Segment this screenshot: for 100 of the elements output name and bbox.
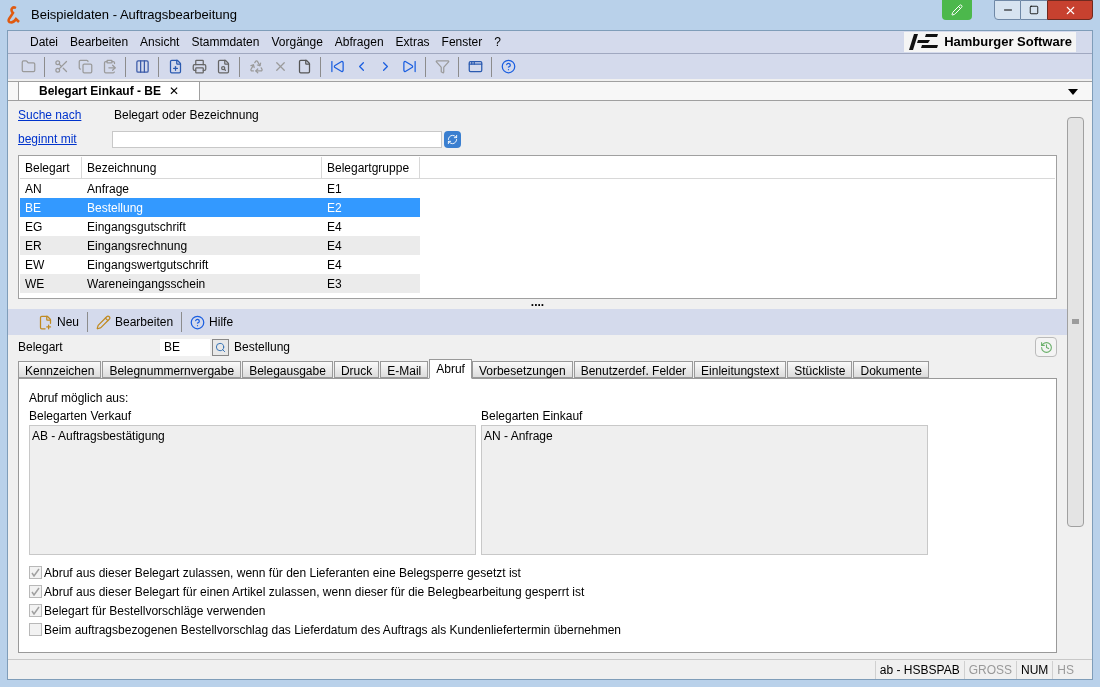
tab-label: Belegart Einkauf - BE <box>39 83 162 100</box>
minimize-button[interactable] <box>994 0 1021 20</box>
table-cell-text: EW <box>24 256 46 274</box>
splitter-handle[interactable]: .... <box>530 299 545 305</box>
new-document-icon <box>167 59 183 74</box>
match-mode-link[interactable]: beginnt mit <box>18 130 112 148</box>
menu-item[interactable]: Stammdaten <box>185 33 266 51</box>
menu-item[interactable]: Extras <box>389 33 436 51</box>
close-button[interactable] <box>1047 0 1093 20</box>
menu-item[interactable]: Ansicht <box>134 33 186 51</box>
menu-item[interactable]: Datei <box>24 33 64 51</box>
table-cell-text: E4 <box>326 237 343 255</box>
table-row[interactable]: ER Eingangsrechnung E4 <box>20 236 420 255</box>
table-cell-text: BE <box>24 199 42 217</box>
checkbox[interactable] <box>29 585 42 598</box>
tab[interactable]: Einleitungstext <box>694 361 787 378</box>
history-icon <box>1039 340 1053 354</box>
table-row[interactable]: EG Eingangsgutschrift E4 <box>20 217 420 236</box>
maximize-button[interactable] <box>1021 0 1047 20</box>
print-preview-icon <box>215 59 231 74</box>
search-icon <box>215 341 226 353</box>
section-heading: Abruf möglich aus: <box>29 390 130 407</box>
tab-close-icon[interactable]: ✕ <box>169 82 180 100</box>
column-header[interactable]: Belegartgruppe <box>322 157 420 178</box>
toolbar-button[interactable]: Hilfe <box>186 311 238 333</box>
checkbox-label: Abruf aus dieser Belegart für einen Artikel zulassen, wenn dieser für die Belegbearbeitung gesperrt ist <box>44 583 585 601</box>
grip-icon <box>1072 319 1079 325</box>
belegart-field[interactable]: BE <box>160 338 210 356</box>
menu-item[interactable]: Bearbeiten <box>64 33 135 51</box>
table-cell-text: Eingangsrechnung <box>86 237 189 255</box>
tab[interactable]: Abruf <box>429 359 472 379</box>
document-icon <box>296 59 312 74</box>
filter-icon <box>434 59 450 74</box>
logo-mark-icon <box>908 34 941 50</box>
column-header[interactable]: Belegart <box>20 157 82 178</box>
copy-icon <box>77 59 93 74</box>
menu-item[interactable]: Fenster <box>435 33 489 51</box>
checkbox-label: Abruf aus dieser Belegart zulassen, wenn für den Lieferanten eine Belegsperre gesetzt ist <box>44 564 521 582</box>
help-icon <box>190 314 206 330</box>
table-cell-text: ER <box>24 237 43 255</box>
menu-item[interactable]: ? <box>488 33 507 51</box>
table-cell-text: EG <box>24 218 44 236</box>
logo-text: Hamburger Software <box>944 33 1072 52</box>
status-indicator: GROSS <box>963 660 1016 679</box>
table-cell-text: E2 <box>326 199 343 217</box>
search-mode-link[interactable]: Suche nach <box>18 106 114 124</box>
table-cell-text: Wareneingangsschein <box>86 275 207 293</box>
table-cell-text: E4 <box>326 218 343 236</box>
cut-icon <box>53 59 69 74</box>
checkbox[interactable] <box>29 604 42 617</box>
table-row[interactable]: WE Wareneingangsschein E3 <box>20 274 420 293</box>
tab[interactable]: Vorbesetzungen <box>471 361 573 378</box>
table-cell-text: E1 <box>326 180 343 198</box>
table-cell-text: E3 <box>326 275 343 293</box>
list-item[interactable]: AB - Auftragsbestätigung <box>31 427 474 442</box>
history-button[interactable] <box>1035 337 1057 357</box>
pencil-icon <box>96 314 111 330</box>
columns-icon <box>134 59 150 74</box>
table-row[interactable]: AN Anfrage E1 <box>20 179 420 198</box>
search-field[interactable] <box>112 130 442 148</box>
toolbar-button[interactable]: Neu <box>34 311 83 333</box>
status-indicator: NUM <box>1016 660 1053 679</box>
tab[interactable]: Dokumente <box>853 361 929 378</box>
table-cell-text: Bestellung <box>86 199 145 217</box>
maximize-icon <box>1029 5 1039 15</box>
tab[interactable]: Belegausgabe <box>242 361 333 378</box>
status-indicator: HS <box>1052 660 1078 679</box>
paste-icon <box>101 59 117 74</box>
toolbar-button[interactable]: Bearbeiten <box>92 311 178 333</box>
field-label: Belegart <box>18 339 64 356</box>
table-cell-text: WE <box>24 275 46 293</box>
dropdown-icon[interactable] <box>1068 89 1078 95</box>
tab[interactable]: Druck <box>333 361 380 378</box>
window-icon <box>467 59 483 74</box>
sign-button[interactable] <box>942 0 972 20</box>
folder-icon <box>20 59 36 74</box>
list-title: Belegarten Verkauf <box>29 408 133 425</box>
lookup-button[interactable] <box>212 338 229 356</box>
list-item[interactable]: AN - Anfrage <box>483 427 926 442</box>
table-cell-text: E4 <box>326 256 343 274</box>
document-tab[interactable]: Belegart Einkauf - BE ✕ <box>18 81 201 100</box>
new-icon <box>38 314 53 330</box>
refresh-button[interactable] <box>444 130 461 148</box>
window-title: Beispieldaten - Auftragsbearbeitung <box>31 6 237 25</box>
checkbox[interactable] <box>29 566 42 579</box>
tab[interactable]: Benutzerdef. Felder <box>573 361 694 378</box>
tab[interactable]: Belegnummernvergabe <box>102 361 242 378</box>
menu-item[interactable]: Abfragen <box>328 33 390 51</box>
tab[interactable]: Kennzeichen <box>18 361 102 378</box>
status-indicator: ab - HSBSPAB <box>874 660 964 679</box>
belegart-description: Bestellung <box>234 339 291 356</box>
printer-icon <box>191 59 207 74</box>
column-header[interactable]: Bezeichnung <box>82 157 322 178</box>
table-cell-text: Eingangsgutschrift <box>86 218 187 236</box>
tab[interactable]: E-Mail <box>380 361 429 378</box>
table-row[interactable]: EW Eingangswertgutschrift E4 <box>20 255 420 274</box>
tab[interactable]: Stückliste <box>787 361 853 378</box>
checkbox[interactable] <box>29 623 42 636</box>
pencil-icon <box>951 4 963 16</box>
menu-item[interactable]: Vorgänge <box>265 33 329 51</box>
